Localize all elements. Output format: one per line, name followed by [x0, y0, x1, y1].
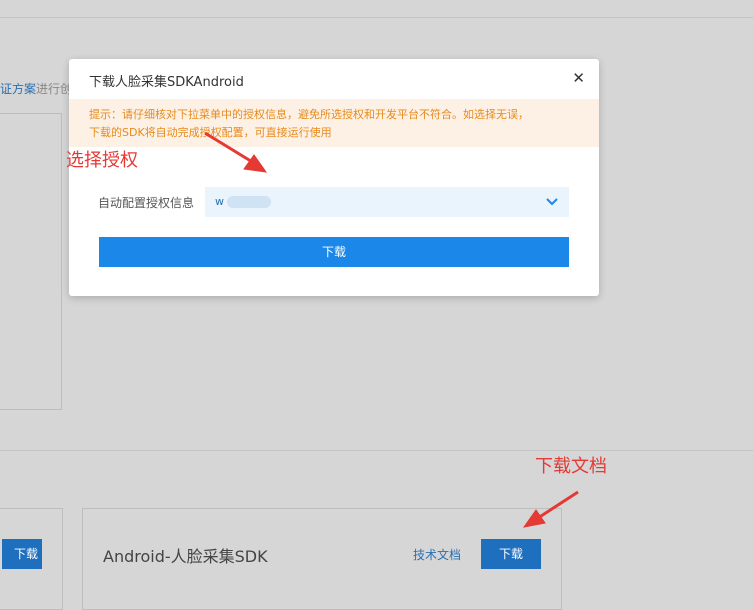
- auth-select-value: w: [215, 195, 224, 208]
- background-card-left: 下载: [0, 508, 63, 610]
- background-text-suffix: 进行创: [36, 82, 73, 96]
- background-divider-top: [0, 17, 753, 18]
- tip-banner: 提示：请仔细核对下拉菜单中的授权信息，避免所选授权和开发平台不符合。如选择无误，…: [69, 99, 599, 147]
- left-card-download-button[interactable]: 下载: [2, 539, 42, 569]
- tech-docs-link[interactable]: 技术文档: [413, 546, 461, 563]
- auth-select[interactable]: w: [205, 187, 569, 217]
- background-text-fragment: 证方案进行创: [0, 80, 72, 97]
- close-icon[interactable]: ✕: [572, 69, 585, 87]
- annotation-select-auth: 选择授权: [66, 150, 138, 171]
- annotation-download-docs: 下载文档: [535, 456, 607, 477]
- modal-title: 下载人脸采集SDKAndroid: [89, 75, 244, 90]
- download-modal: 下载人脸采集SDKAndroid ✕ 提示：请仔细核对下拉菜单中的授权信息，避免…: [69, 59, 599, 296]
- background-link[interactable]: 证方案: [0, 82, 36, 96]
- modal-download-button[interactable]: 下载: [99, 237, 569, 267]
- auth-field-label: 自动配置授权信息: [98, 196, 195, 210]
- modal-header: 下载人脸采集SDKAndroid ✕: [69, 59, 599, 99]
- sdk-card: Android-人脸采集SDK 技术文档 下载: [82, 508, 562, 610]
- chevron-down-icon: [546, 198, 558, 206]
- background-divider-middle: [0, 450, 753, 451]
- sdk-download-button[interactable]: 下载: [481, 539, 541, 569]
- tip-line-1: 提示：请仔细核对下拉菜单中的授权信息，避免所选授权和开发平台不符合。如选择无误，: [89, 108, 529, 121]
- background-panel-left: [0, 113, 62, 410]
- tip-line-2: 下载的SDK将自动完成授权配置，可直接运行使用: [89, 126, 332, 139]
- redacted-value: [227, 196, 271, 208]
- sdk-card-title: Android-人脸采集SDK: [103, 547, 268, 566]
